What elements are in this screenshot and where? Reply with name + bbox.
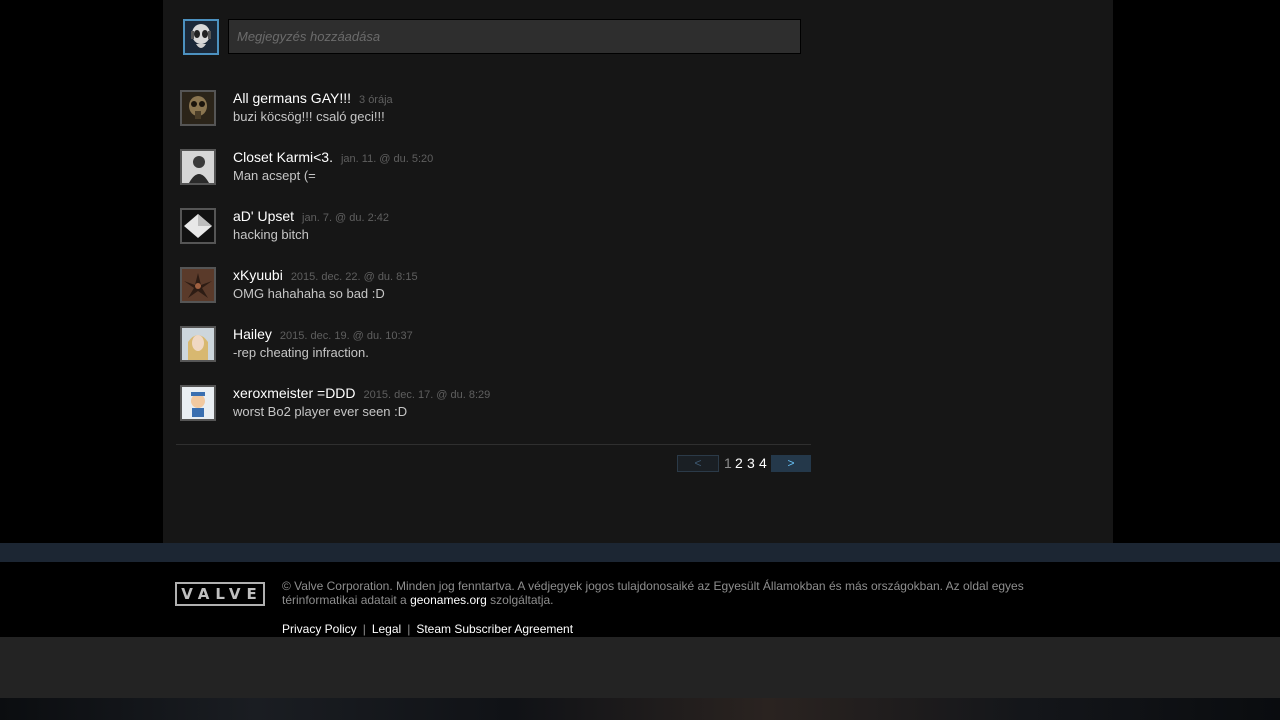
- comment-author[interactable]: Closet Karmi<3. jan. 11. @ du. 5:20: [233, 149, 433, 165]
- alien-avatar-icon: [191, 24, 211, 48]
- comment-author[interactable]: xKyuubi 2015. dec. 22. @ du. 8:15: [233, 267, 418, 283]
- comment-author-name[interactable]: Closet Karmi<3.: [233, 149, 333, 165]
- girl-portrait-avatar-icon: [182, 328, 214, 360]
- page-link-1: 1: [724, 455, 732, 471]
- comment-timestamp: jan. 11. @ du. 5:20: [340, 153, 434, 165]
- comment-author-name[interactable]: Hailey: [233, 326, 272, 342]
- comment-author-name[interactable]: xKyuubi: [233, 267, 283, 283]
- pagination-next-button[interactable]: >: [771, 455, 811, 472]
- diamond-avatar-icon: [182, 210, 214, 242]
- page-link-3[interactable]: 3: [747, 455, 755, 472]
- comment-timestamp: jan. 7. @ du. 2:42: [302, 212, 390, 224]
- comment-text: OMG hahahaha so bad :D: [233, 286, 385, 301]
- comment-author-name[interactable]: All germans GAY!!!: [233, 90, 351, 106]
- comment-text: worst Bo2 player ever seen :D: [233, 404, 408, 419]
- comment-author[interactable]: Hailey 2015. dec. 19. @ du. 10:37: [233, 326, 413, 342]
- cartoon-avatar-icon: [182, 387, 214, 419]
- page-link-2[interactable]: 2: [735, 455, 743, 472]
- copyright-line-2-post: szolgáltatja.: [490, 593, 554, 607]
- comments-divider: [176, 444, 811, 445]
- comment-author[interactable]: All germans GAY!!! 3 órája: [233, 90, 393, 106]
- comment-timestamp: 2015. dec. 17. @ du. 8:29: [363, 389, 491, 401]
- lower-panel: [0, 637, 1280, 698]
- copyright-line-2-pre: térinformatikai adatait a: [282, 593, 407, 607]
- commenter-avatar[interactable]: [180, 326, 216, 362]
- footer-link-separator: |: [407, 622, 411, 636]
- comment-text: Man acsept (=: [233, 168, 316, 183]
- comment-timestamp: 2015. dec. 19. @ du. 10:37: [279, 330, 413, 342]
- footer-band: [0, 543, 1280, 562]
- comment-author[interactable]: xeroxmeister =DDD 2015. dec. 17. @ du. 8:…: [233, 385, 490, 401]
- comment-text: buzi köcsög!!! csaló geci!!!: [233, 109, 385, 124]
- comment-timestamp: 2015. dec. 22. @ du. 8:15: [290, 271, 418, 283]
- page-link-4[interactable]: 4: [759, 455, 767, 472]
- commenter-avatar[interactable]: [180, 267, 216, 303]
- comment-item: aD' Upset jan. 7. @ du. 2:42 hacking bitc…: [180, 208, 800, 248]
- valve-logo[interactable]: VALVE: [175, 582, 265, 606]
- comment-timestamp: 3 órája: [359, 94, 393, 106]
- comment-author[interactable]: aD' Upset jan. 7. @ du. 2:42: [233, 208, 389, 224]
- commenter-avatar[interactable]: [180, 385, 216, 421]
- privacy-policy-link[interactable]: Privacy Policy: [282, 622, 357, 636]
- footer-link-separator: |: [362, 622, 366, 636]
- comment-item: Closet Karmi<3. jan. 11. @ du. 5:20 Man a…: [180, 149, 800, 189]
- commenter-avatar[interactable]: [180, 208, 216, 244]
- comment-author-name[interactable]: xeroxmeister =DDD: [233, 385, 356, 401]
- footer-links: Privacy Policy | Legal | Steam Subscriber Ag…: [282, 622, 573, 636]
- background-art-strip: [0, 698, 1280, 720]
- copyright-line-1: © Valve Corporation. Minden jog fenntart…: [282, 579, 1024, 593]
- comment-input[interactable]: [228, 19, 801, 54]
- commenter-avatar[interactable]: [180, 90, 216, 126]
- comment-text: -rep cheating infraction.: [233, 345, 369, 360]
- comment-item: All germans GAY!!! 3 órája buzi köcsög!!!…: [180, 90, 800, 130]
- pagination-prev-button[interactable]: <: [677, 455, 719, 472]
- comment-item: xeroxmeister =DDD 2015. dec. 17. @ du. 8:…: [180, 385, 800, 425]
- comment-text: hacking bitch: [233, 227, 309, 242]
- portrait-avatar-icon: [182, 151, 214, 183]
- subscriber-agreement-link[interactable]: Steam Subscriber Agreement: [416, 622, 573, 636]
- geonames-link[interactable]: geonames.org: [410, 593, 487, 607]
- commenter-avatar[interactable]: [180, 149, 216, 185]
- user-avatar[interactable]: [183, 19, 219, 55]
- comment-item: xKyuubi 2015. dec. 22. @ du. 8:15 OMG hah…: [180, 267, 800, 307]
- comment-author-name[interactable]: aD' Upset: [233, 208, 294, 224]
- copyright-line-2: térinformatikai adatait a geonames.org s…: [282, 593, 1082, 607]
- comment-item: Hailey 2015. dec. 19. @ du. 10:37 -rep ch…: [180, 326, 800, 366]
- leaf-avatar-icon: [182, 269, 214, 301]
- legal-link[interactable]: Legal: [372, 622, 401, 636]
- gasmask-avatar-icon: [182, 92, 214, 124]
- copyright-text: © Valve Corporation. Minden jog fenntart…: [282, 579, 1082, 607]
